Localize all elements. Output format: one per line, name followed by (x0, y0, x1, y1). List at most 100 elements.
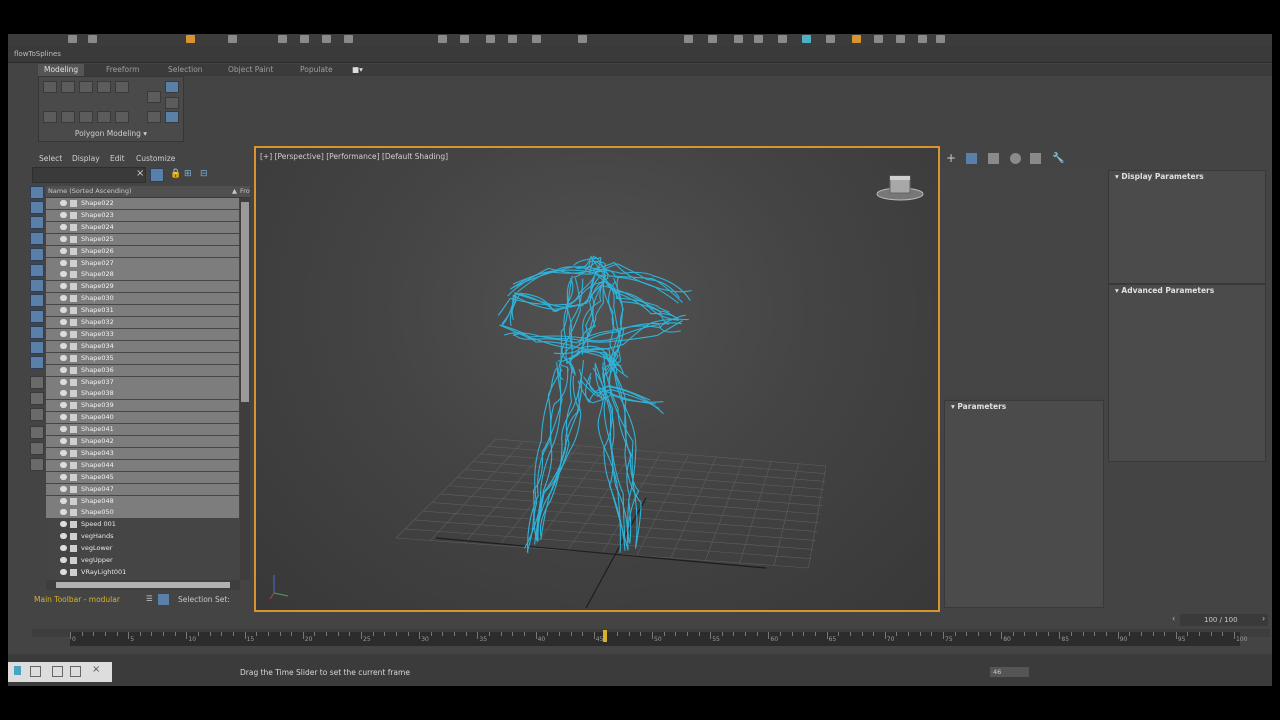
viewcube-icon[interactable] (876, 175, 924, 201)
layer-manager-icon[interactable] (30, 458, 44, 471)
menu-edit[interactable]: Edit (110, 154, 125, 163)
tab-populate[interactable]: Populate (300, 64, 333, 76)
prev-frame-icon[interactable]: ‹ (1172, 614, 1175, 623)
modify-mode-icon[interactable] (43, 111, 57, 123)
frozen-column-header[interactable]: Fro (240, 186, 250, 197)
visibility-eye-icon[interactable] (60, 235, 67, 242)
toolbar-dropdown[interactable]: Main Toolbar - modular (34, 595, 120, 604)
maxscript-listener[interactable]: × (8, 662, 112, 682)
visibility-eye-icon[interactable] (60, 449, 67, 456)
visibility-eye-icon[interactable] (60, 402, 67, 409)
a360-icon[interactable] (918, 35, 927, 43)
display-invert-icon[interactable] (30, 392, 44, 405)
edit-mesh-icon[interactable] (165, 97, 179, 109)
file-tab[interactable]: flowToSplines (14, 50, 61, 58)
snap-icon[interactable] (438, 35, 447, 43)
visibility-eye-icon[interactable] (60, 211, 67, 218)
visibility-eye-icon[interactable] (60, 354, 67, 361)
groups-filter-icon[interactable] (30, 294, 44, 307)
placement-icon[interactable] (344, 35, 353, 43)
stack-icon[interactable] (147, 91, 161, 103)
motion-tab-icon[interactable] (1010, 153, 1021, 164)
scene-list-scroll-thumb[interactable] (241, 202, 249, 402)
menu-customize[interactable]: Customize (136, 154, 175, 163)
list-item[interactable]: Shape031 (46, 305, 239, 317)
visibility-eye-icon[interactable] (60, 259, 67, 266)
visibility-eye-icon[interactable] (60, 509, 67, 516)
visibility-eye-icon[interactable] (60, 533, 67, 540)
display-none-icon[interactable] (30, 376, 44, 389)
scene-list-header[interactable]: Name (Sorted Ascending) ▲ Fro (46, 186, 250, 198)
list-item[interactable]: Shape022 (46, 198, 239, 209)
display-parameters-title[interactable]: ▾ Display Parameters (1115, 172, 1204, 181)
vray-icon[interactable] (936, 35, 945, 43)
list-item[interactable]: Shape024 (46, 221, 239, 233)
edge-icon[interactable] (61, 81, 75, 93)
funnel-icon[interactable] (30, 426, 44, 439)
track-bar[interactable]: 0 5 10 15 20 25 30 35 40 45 50 55 60 65 70 75 80 85 90 95 10… (70, 632, 1247, 646)
find-icon[interactable] (30, 408, 44, 421)
collapse-icon[interactable] (97, 111, 111, 123)
lights-filter-icon[interactable] (30, 232, 44, 245)
visibility-eye-icon[interactable] (60, 485, 67, 492)
redo-icon[interactable] (88, 35, 97, 43)
layer-icon[interactable] (684, 35, 693, 43)
display-tab-icon[interactable] (1030, 153, 1041, 164)
list-item[interactable]: Shape023 (46, 209, 239, 221)
containers-filter-icon[interactable] (30, 341, 44, 354)
stack-down-icon[interactable] (147, 111, 161, 123)
list-item[interactable]: Shape038 (46, 388, 239, 400)
visibility-eye-icon[interactable] (60, 247, 67, 254)
render-production-icon[interactable] (852, 35, 861, 43)
tab-freeform[interactable]: Freeform (106, 64, 139, 76)
script-icon[interactable] (14, 666, 21, 675)
window-icon[interactable] (70, 666, 81, 677)
spacewarps-filter-icon[interactable] (30, 279, 44, 292)
percent-snap-icon[interactable] (532, 35, 541, 43)
visibility-eye-icon[interactable] (60, 390, 67, 397)
geometry-filter-icon[interactable] (30, 201, 44, 214)
visibility-eye-icon[interactable] (60, 271, 67, 278)
shapes-filter-icon[interactable] (30, 216, 44, 229)
name-column-header[interactable]: Name (Sorted Ascending) (48, 187, 132, 195)
select-object-icon[interactable] (228, 35, 237, 43)
visibility-eye-icon[interactable] (60, 568, 67, 575)
advanced-parameters-title[interactable]: ▾ Advanced Parameters (1115, 286, 1214, 295)
list-item[interactable]: Shape045 (46, 471, 239, 483)
visibility-eye-icon[interactable] (60, 545, 67, 552)
frozen-filter-icon[interactable] (30, 356, 44, 369)
visibility-eye-icon[interactable] (60, 307, 67, 314)
scene-search-input[interactable] (32, 167, 146, 183)
list-item[interactable]: Shape044 (46, 459, 239, 471)
list-item[interactable]: Shape034 (46, 340, 239, 352)
render-frame-icon[interactable] (802, 35, 811, 43)
tab-modeling[interactable]: Modeling (38, 64, 85, 76)
next-frame-icon[interactable]: › (1262, 614, 1265, 623)
selection-set-icon[interactable] (158, 594, 169, 605)
polygon-icon[interactable] (97, 81, 111, 93)
lock-icon[interactable]: 🔒 (170, 168, 182, 180)
visibility-eye-icon[interactable] (60, 342, 67, 349)
visibility-eye-icon[interactable] (60, 438, 67, 444)
preview-icon[interactable] (79, 111, 93, 123)
list-item[interactable]: Shape048 (46, 495, 239, 507)
list-item[interactable]: Shape035 (46, 352, 239, 364)
list-item[interactable]: Shape039 (46, 400, 239, 412)
mirror-icon[interactable] (486, 35, 495, 43)
visibility-eye-icon[interactable] (60, 521, 67, 528)
element-icon[interactable] (115, 81, 129, 93)
menu-display[interactable]: Display (72, 154, 100, 163)
modify-tab-icon[interactable] (966, 153, 977, 164)
perspective-viewport[interactable]: [+] [Perspective] [Performance] [Default… (254, 146, 940, 612)
visibility-eye-icon[interactable] (60, 426, 67, 433)
list-item[interactable]: Shape040 (46, 412, 239, 424)
vertex-icon[interactable] (43, 81, 57, 93)
render-online-icon[interactable] (896, 35, 905, 43)
pin-stack-icon[interactable] (165, 111, 179, 123)
filter-icon[interactable] (150, 168, 164, 182)
scale-icon[interactable] (322, 35, 331, 43)
list-item[interactable]: Shape037 (46, 376, 239, 388)
polygon-modeling-dropdown[interactable]: Polygon Modeling ▾ (39, 129, 183, 138)
list-item[interactable]: Shape036 (46, 364, 239, 376)
list-item[interactable]: Shape029 (46, 281, 239, 293)
